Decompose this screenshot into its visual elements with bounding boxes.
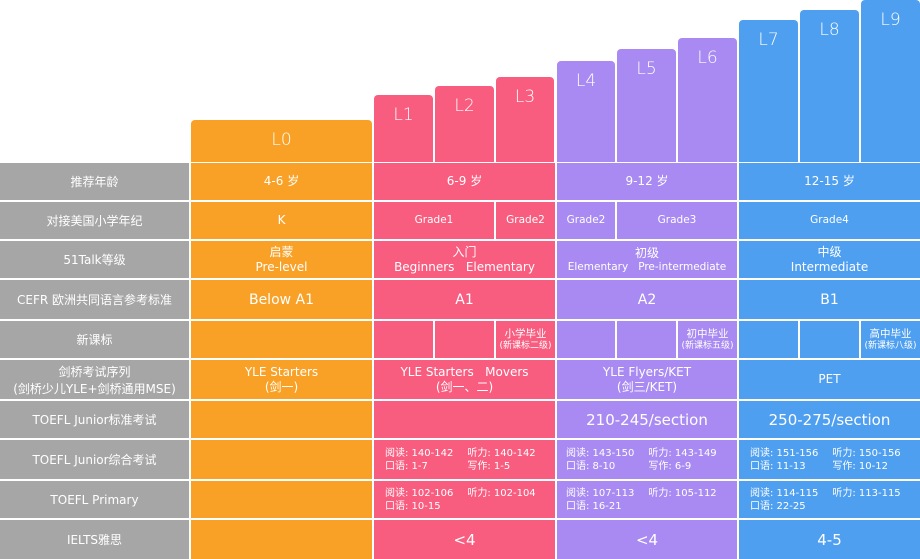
toefl-std-cell-purple: 210-245/section xyxy=(557,401,737,438)
toefl-comp-cell-orange xyxy=(191,440,372,479)
toefl-comp-cell-red: 阅读: 140-142 听力: 140-142 口语: 1-7 写作: 1-5 xyxy=(374,440,555,479)
cefr-cell-red: A1 xyxy=(374,280,555,319)
level-tab-l9: L9 xyxy=(861,0,920,162)
level-tab-l0: L0 xyxy=(191,120,372,162)
new-standard-cell-red-l1 xyxy=(374,321,433,358)
grade-cell-orange: K xyxy=(191,202,372,239)
toefl-primary-cell-purple: 阅读: 107-113 听力: 105-112 口语: 16-21 xyxy=(557,481,737,518)
new-standard-cell-blue-l8 xyxy=(800,321,859,358)
cefr-cell-purple: A2 xyxy=(557,280,737,319)
toefl-primary-cell-orange xyxy=(191,481,372,518)
cambridge-cell-red: YLE Starters Movers (剑一、二) xyxy=(374,360,555,399)
row-header-toefl-junior-comprehensive: TOEFL Junior综合考试 xyxy=(0,440,189,479)
talk-cell-blue: 中级 Intermediate xyxy=(739,241,920,278)
ielts-cell-blue: 4-5 xyxy=(739,520,920,559)
cambridge-cell-orange: YLE Starters (剑一) xyxy=(191,360,372,399)
toefl-std-cell-blue: 250-275/section xyxy=(739,401,920,438)
new-standard-cell-orange xyxy=(191,321,372,358)
cambridge-cell-blue: PET xyxy=(739,360,920,399)
cambridge-cell-purple: YLE Flyers/KET (剑三/KET) xyxy=(557,360,737,399)
ielts-cell-orange xyxy=(191,520,372,559)
new-standard-cell-purple-l4 xyxy=(557,321,615,358)
toefl-primary-cell-blue: 阅读: 114-115 听力: 113-115 口语: 22-25 xyxy=(739,481,920,518)
row-header-age: 推荐年龄 xyxy=(0,163,189,200)
age-cell-blue: 12-15 岁 xyxy=(739,163,920,200)
new-standard-cell-red-l3: 小学毕业 (新课标二级) xyxy=(496,321,555,358)
new-standard-cell-purple-l6: 初中毕业 (新课标五级) xyxy=(678,321,737,358)
age-cell-orange: 4-6 岁 xyxy=(191,163,372,200)
row-header-new-standard: 新课标 xyxy=(0,321,189,358)
grade-cell-red-1: Grade1 xyxy=(374,202,494,239)
cefr-cell-orange: Below A1 xyxy=(191,280,372,319)
grade-cell-purple-1: Grade2 xyxy=(557,202,615,239)
level-tab-l5: L5 xyxy=(617,49,676,162)
talk-cell-red: 入门 Beginners Elementary xyxy=(374,241,555,278)
grade-cell-purple-2: Grade3 xyxy=(617,202,737,239)
level-tab-l7: L7 xyxy=(739,20,798,162)
row-header-us-grade: 对接美国小学年纪 xyxy=(0,202,189,239)
toefl-primary-cell-red: 阅读: 102-106 听力: 102-104 口语: 10-15 xyxy=(374,481,555,518)
level-tab-l6: L6 xyxy=(678,38,737,162)
row-header-toefl-primary: TOEFL Primary xyxy=(0,481,189,518)
row-header-cefr: CEFR 欧洲共同语言参考标准 xyxy=(0,280,189,319)
level-tab-l4: L4 xyxy=(557,61,615,162)
row-header-ielts: IELTS雅思 xyxy=(0,520,189,559)
new-standard-cell-blue-l7 xyxy=(739,321,798,358)
new-standard-cell-blue-l9: 高中毕业 (新课标八级) xyxy=(861,321,920,358)
row-header-51talk: 51Talk等级 xyxy=(0,241,189,278)
level-tab-l2: L2 xyxy=(435,86,494,162)
grade-cell-blue: Grade4 xyxy=(739,202,920,239)
age-cell-red: 6-9 岁 xyxy=(374,163,555,200)
level-tab-l3: L3 xyxy=(496,77,554,162)
row-header-toefl-junior-standard: TOEFL Junior标准考试 xyxy=(0,401,189,438)
level-tab-l8: L8 xyxy=(800,10,859,162)
ielts-cell-red: <4 xyxy=(374,520,555,559)
talk-cell-orange: 启蒙 Pre-level xyxy=(191,241,372,278)
new-standard-cell-purple-l5 xyxy=(617,321,676,358)
row-header-cambridge: 剑桥考试序列 (剑桥少儿YLE+剑桥通用MSE) xyxy=(0,360,189,399)
age-cell-purple: 9-12 岁 xyxy=(557,163,737,200)
toefl-comp-cell-purple: 阅读: 143-150 听力: 143-149 口语: 8-10 写作: 6-9 xyxy=(557,440,737,479)
grade-cell-red-2: Grade2 xyxy=(496,202,555,239)
toefl-std-cell-orange xyxy=(191,401,372,438)
ielts-cell-purple: <4 xyxy=(557,520,737,559)
level-tab-l1: L1 xyxy=(374,95,433,162)
toefl-std-cell-red xyxy=(374,401,555,438)
toefl-comp-cell-blue: 阅读: 151-156 听力: 150-156 口语: 11-13 写作: 10-1… xyxy=(739,440,920,479)
cefr-cell-blue: B1 xyxy=(739,280,920,319)
talk-cell-purple: 初级 Elementary Pre-intermediate xyxy=(557,241,737,278)
new-standard-cell-red-l2 xyxy=(435,321,494,358)
